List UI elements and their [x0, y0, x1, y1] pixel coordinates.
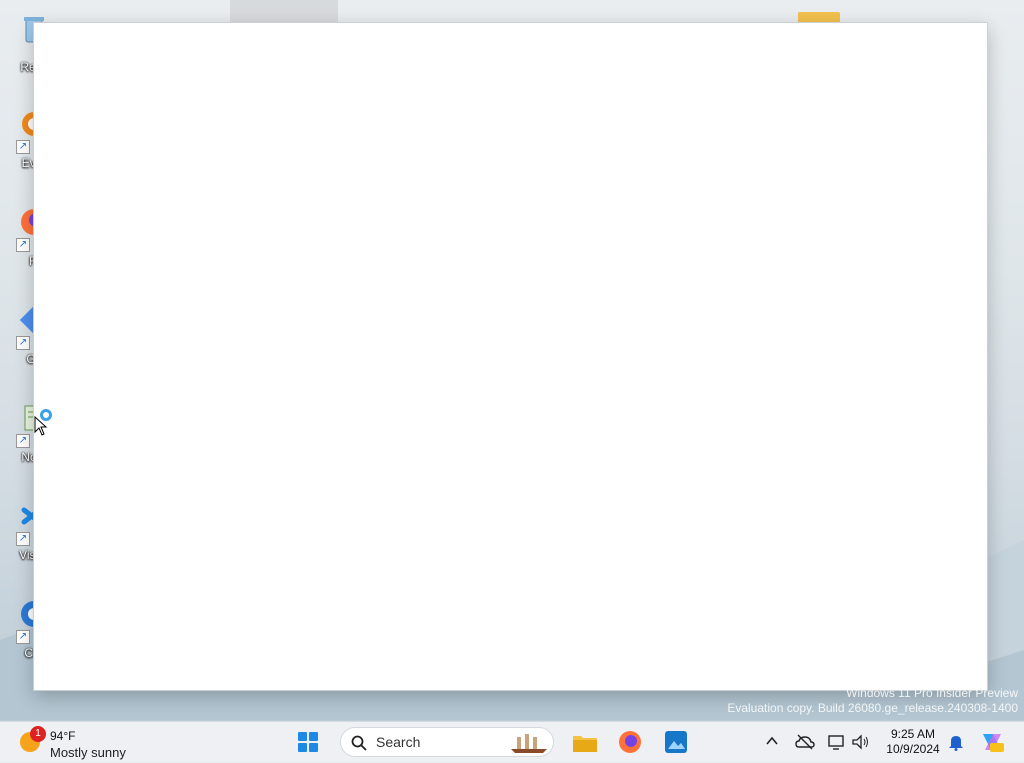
- firefox-icon: [619, 731, 641, 753]
- show-hidden-icons-chevron-icon[interactable]: [765, 734, 779, 748]
- shortcut-arrow-icon: ↗: [16, 336, 30, 350]
- shortcut-arrow-icon: ↗: [16, 434, 30, 448]
- watermark-line-1: Windows 11 Pro Insider Preview: [846, 686, 1018, 700]
- network-icon[interactable]: [827, 733, 847, 751]
- firefox-button[interactable]: [614, 726, 646, 758]
- weather-temperature: 94°F: [50, 729, 76, 743]
- search-icon: [351, 735, 367, 751]
- weather-notification-badge: 1: [30, 726, 46, 742]
- busy-spinner-icon: [40, 409, 52, 421]
- desktop-folder-icon[interactable]: [798, 12, 840, 22]
- blank-app-window[interactable]: [33, 22, 988, 691]
- volume-icon[interactable]: [851, 733, 871, 751]
- search-highlight-ship-icon: [511, 734, 547, 753]
- weather-widget[interactable]: 1 94°F Mostly sunny: [16, 726, 146, 760]
- folder-icon: [573, 736, 597, 752]
- shortcut-arrow-icon: ↗: [16, 238, 30, 252]
- windows-start-icon: [298, 732, 318, 752]
- clock-date: 10/9/2024: [886, 742, 940, 756]
- taskbar: 1 94°F Mostly sunny Search 9:25 AM 10/9/…: [0, 721, 1024, 761]
- background-window-edge: [230, 0, 338, 22]
- watermark-line-2: Evaluation copy. Build 26080.ge_release.…: [727, 701, 1018, 715]
- weather-condition: Mostly sunny: [50, 745, 126, 760]
- shortcut-arrow-icon: ↗: [16, 532, 30, 546]
- clock-time: 9:25 AM: [890, 727, 936, 741]
- onedrive-offline-icon[interactable]: [795, 733, 815, 751]
- photos-icon: [665, 731, 687, 753]
- file-explorer-button[interactable]: [569, 726, 601, 758]
- evaluation-watermark: Windows 11 Pro Insider Preview Evaluatio…: [727, 686, 1018, 716]
- taskbar-clock[interactable]: 9:25 AM 10/9/2024: [880, 727, 946, 757]
- search-label: Search: [376, 734, 421, 750]
- shortcut-arrow-icon: ↗: [16, 630, 30, 644]
- shortcut-arrow-icon: ↗: [16, 140, 30, 154]
- start-button[interactable]: [292, 726, 324, 758]
- notifications-bell-icon[interactable]: [948, 733, 964, 751]
- photos-button[interactable]: [660, 726, 692, 758]
- taskbar-search-box[interactable]: Search: [340, 727, 554, 757]
- copilot-preview-icon[interactable]: [979, 730, 1005, 754]
